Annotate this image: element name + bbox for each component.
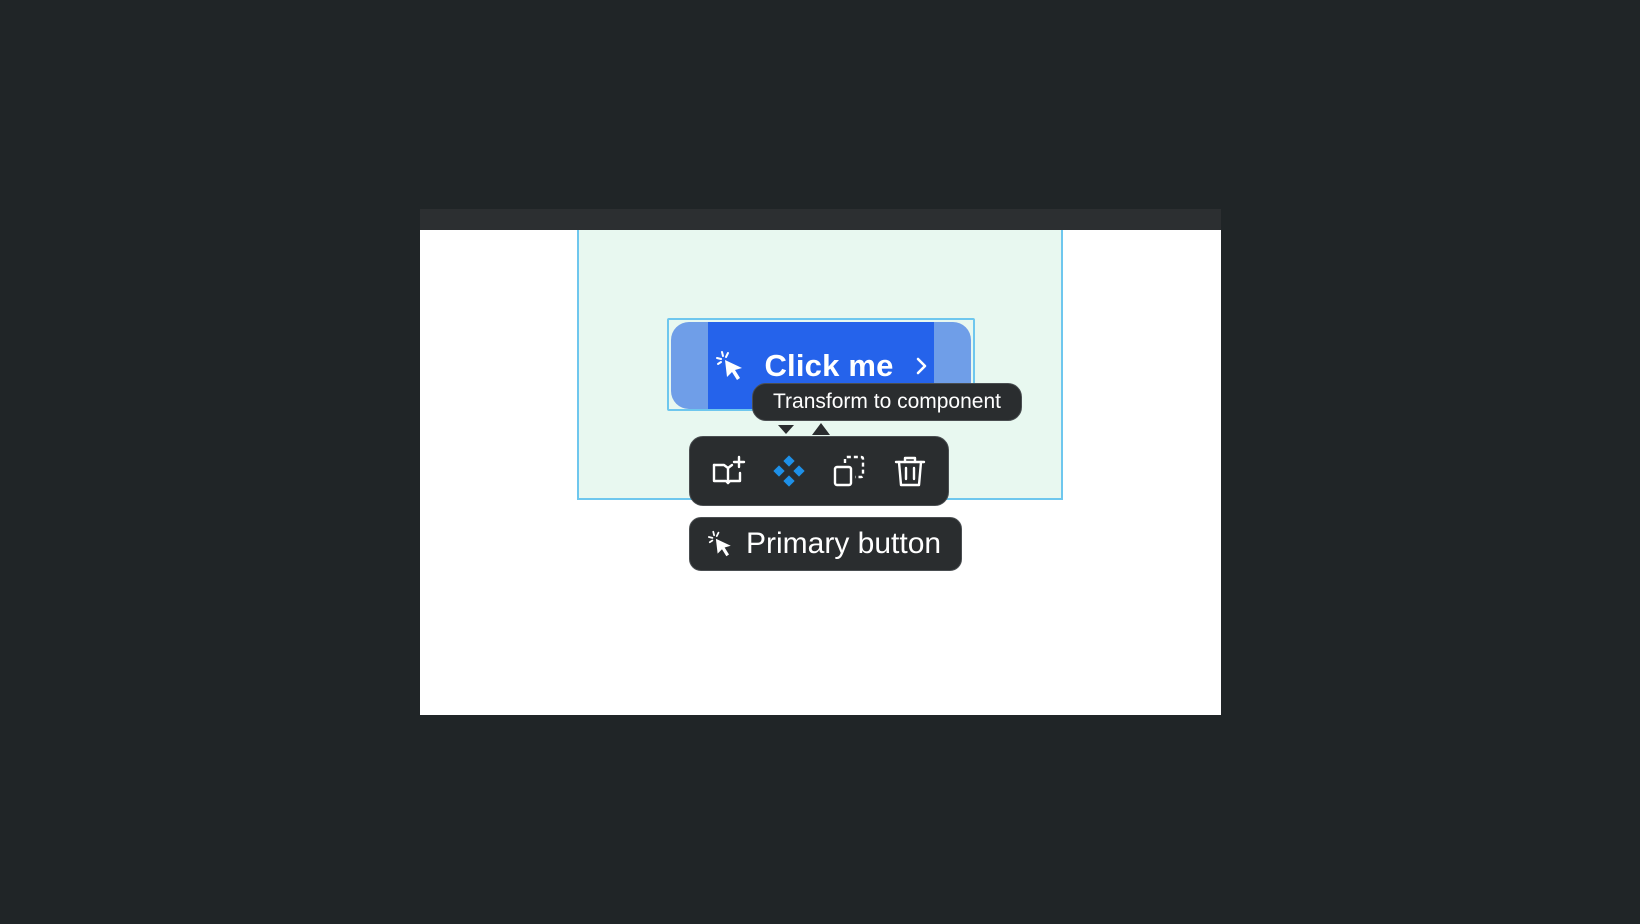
add-to-library-button[interactable]	[704, 447, 752, 495]
tooltip: Transform to component	[752, 383, 1022, 421]
trash-icon	[894, 456, 925, 487]
button-padding-left	[671, 322, 708, 409]
transform-to-component-button[interactable]	[765, 447, 813, 495]
selection-name-text: Primary button	[746, 527, 942, 560]
editor-canvas: Click me Transform to component Primary …	[0, 0, 1640, 924]
cursor-click-icon	[716, 350, 743, 380]
floating-toolbar	[689, 436, 949, 506]
duplicate-button[interactable]	[825, 447, 873, 495]
delete-button[interactable]	[886, 447, 934, 495]
toolbar-pointer	[778, 425, 794, 434]
tooltip-text: Transform to component	[773, 390, 1001, 413]
artboard-topbar	[420, 209, 1221, 230]
selection-name-chip: Primary button	[689, 517, 963, 571]
cursor-click-icon	[708, 530, 731, 557]
button-label: Click me	[764, 347, 894, 383]
chevron-right-icon	[916, 357, 926, 374]
tooltip-arrow	[812, 423, 830, 435]
book-plus-icon	[713, 455, 746, 485]
component-diamond-icon	[773, 455, 805, 487]
duplicate-icon	[834, 455, 865, 487]
